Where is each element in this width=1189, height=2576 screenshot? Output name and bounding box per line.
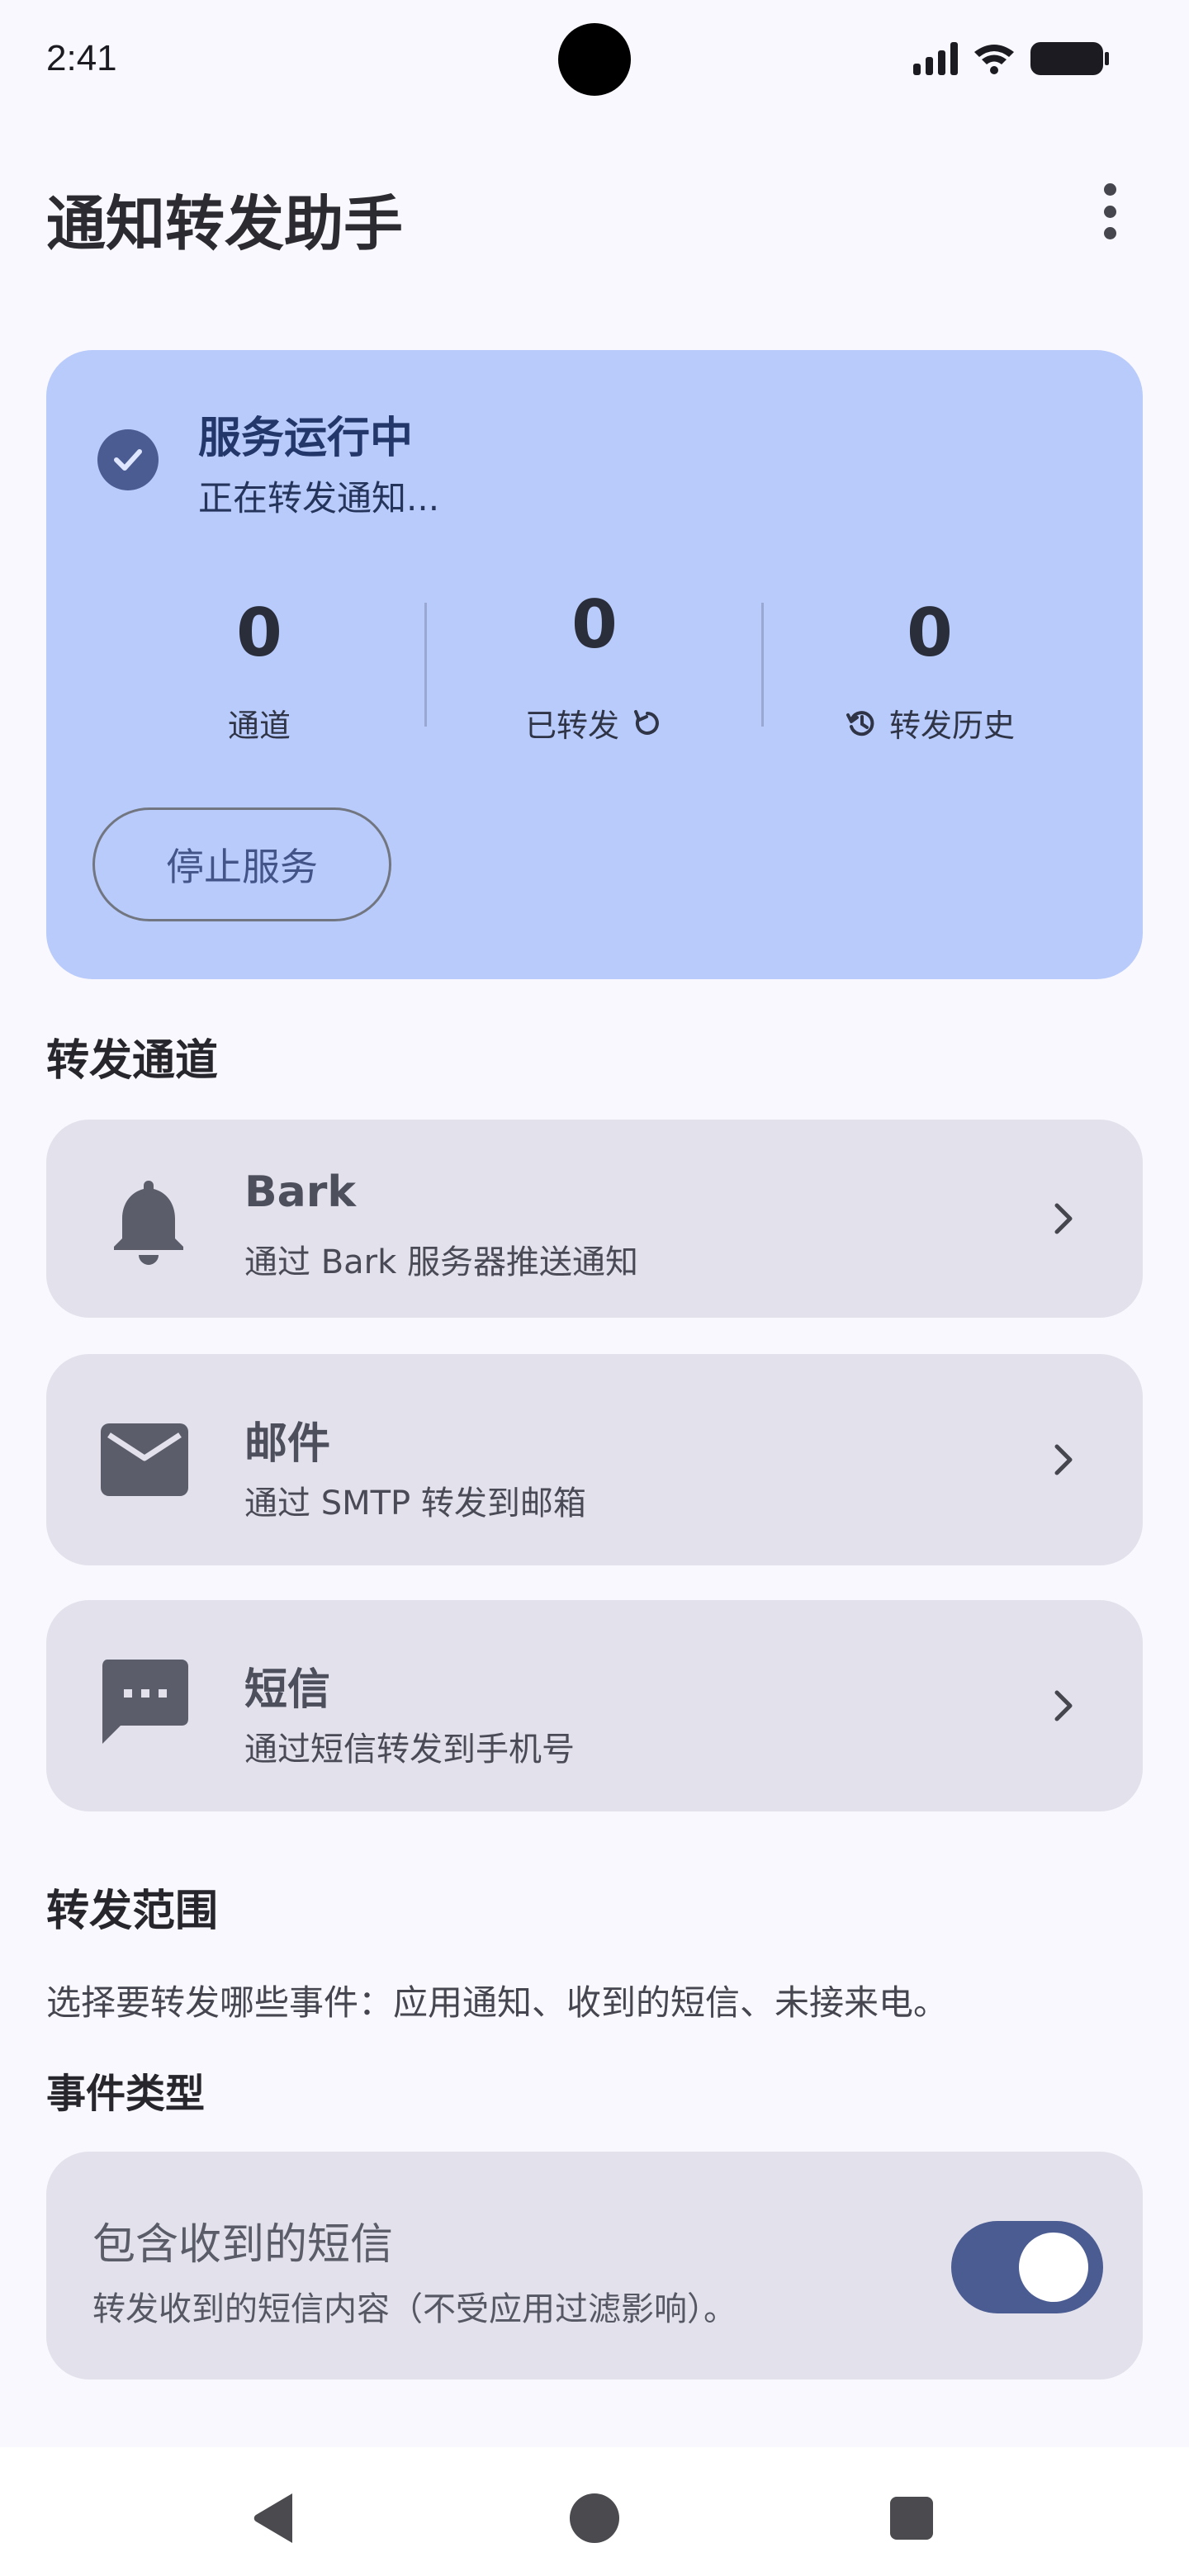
include-sms-switch[interactable] xyxy=(951,2221,1103,2313)
history-icon xyxy=(846,710,874,736)
status-icons xyxy=(913,38,1110,79)
status-time: 2:41 xyxy=(46,38,117,78)
stat-history-label: 转发历史 xyxy=(888,708,1015,744)
event-types-title: 事件类型 xyxy=(46,2071,206,2117)
channel-title: 邮件 xyxy=(244,1419,331,1469)
channel-title: Bark xyxy=(244,1167,356,1217)
stop-service-button[interactable]: 停止服务 xyxy=(92,807,391,921)
stat-channels-value: 0 xyxy=(236,594,282,671)
toggle-subtitle: 转发收到的短信内容（不受应用过滤影响）。 xyxy=(92,2290,737,2328)
channel-subtitle: 通过 SMTP 转发到邮箱 xyxy=(244,1485,586,1522)
more-vert-icon[interactable] xyxy=(1090,183,1130,239)
chevron-right-icon xyxy=(1054,1690,1073,1721)
switch-thumb xyxy=(1019,2233,1088,2302)
stat-channels-label: 通道 xyxy=(227,708,291,744)
stat-divider xyxy=(761,603,764,727)
wifi-icon xyxy=(974,45,1014,74)
scope-description: 选择要转发哪些事件：应用通知、收到的短信、未接来电。 xyxy=(46,1982,949,2023)
battery-icon xyxy=(1030,42,1109,75)
channel-card-sms[interactable]: 短信 通过短信转发到手机号 xyxy=(46,1600,1143,1811)
chevron-right-icon xyxy=(1054,1444,1073,1475)
mail-icon xyxy=(101,1423,188,1496)
service-title: 服务运行中 xyxy=(198,414,414,463)
channel-title: 短信 xyxy=(244,1665,331,1715)
stat-divider xyxy=(424,603,427,727)
check-circle-icon xyxy=(97,429,159,490)
stat-forwarded-label: 已转发 xyxy=(524,708,619,744)
sms-icon xyxy=(102,1660,188,1744)
recents-icon[interactable] xyxy=(890,2497,933,2540)
refresh-icon xyxy=(634,709,659,735)
channels-section-title: 转发通道 xyxy=(46,1036,219,1086)
channel-card-bark[interactable]: Bark 通过 Bark 服务器推送通知 xyxy=(46,1120,1143,1318)
service-subtitle: 正在转发通知... xyxy=(198,478,440,519)
toggle-title: 包含收到的短信 xyxy=(92,2220,394,2270)
home-icon[interactable] xyxy=(570,2493,619,2543)
chevron-right-icon xyxy=(1054,1203,1073,1234)
stat-forwarded-value: 0 xyxy=(571,586,618,663)
stat-channels[interactable]: 通道 xyxy=(102,700,416,746)
app-title: 通知转发助手 xyxy=(46,189,404,258)
channel-subtitle: 通过 Bark 服务器推送通知 xyxy=(244,1243,638,1281)
signal-icon xyxy=(913,42,958,75)
stat-forwarded[interactable]: 已转发 xyxy=(438,700,751,746)
scope-section-title: 转发范围 xyxy=(46,1887,219,1936)
camera-cutout xyxy=(558,23,631,96)
back-icon[interactable] xyxy=(251,2490,297,2546)
bell-icon xyxy=(114,1181,183,1265)
channel-card-email[interactable]: 邮件 通过 SMTP 转发到邮箱 xyxy=(46,1354,1143,1565)
stat-history[interactable]: 转发历史 xyxy=(773,700,1087,746)
stat-history-value: 0 xyxy=(907,594,953,671)
channel-subtitle: 通过短信转发到手机号 xyxy=(244,1731,575,1769)
